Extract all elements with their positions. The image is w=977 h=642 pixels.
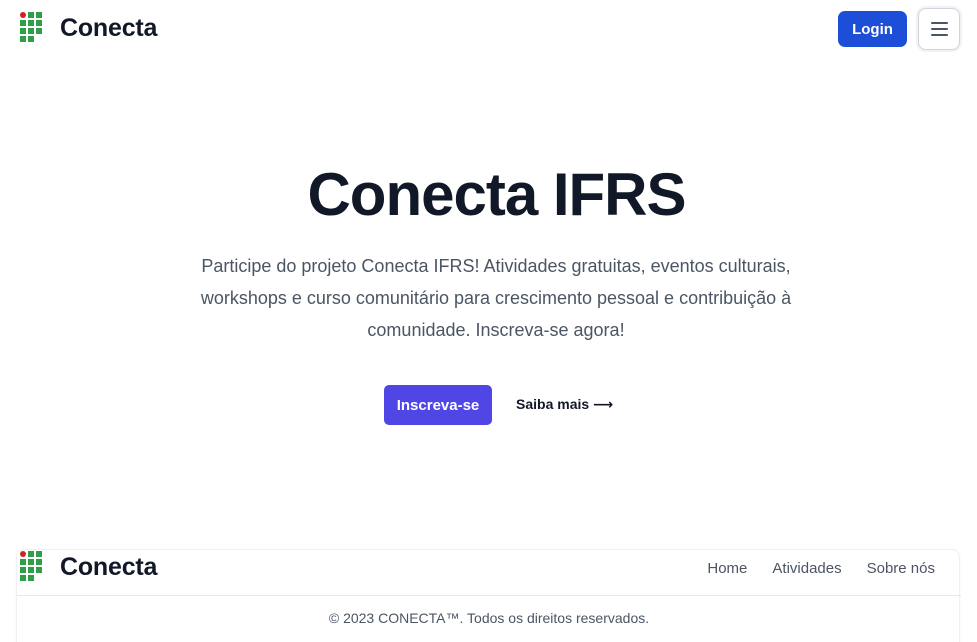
brand[interactable]: Conecta [20, 12, 157, 44]
footer-link-home[interactable]: Home [707, 560, 747, 577]
footer-link-sobre-nos[interactable]: Sobre nós [867, 560, 935, 577]
ifrs-logo-icon [20, 12, 44, 44]
footer-link-atividades[interactable]: Atividades [772, 560, 841, 577]
ifrs-logo-icon [20, 551, 44, 583]
signup-button[interactable]: Inscreva-se [384, 385, 492, 425]
footer-brand[interactable]: Conecta [20, 551, 157, 583]
footer: Conecta Home Atividades Sobre nós © 2023… [16, 549, 961, 642]
copyright-text: © 2023 CONECTA™. Todos os direitos reser… [328, 610, 650, 626]
hero-description: Participe do projeto Conecta IFRS! Ativi… [200, 256, 792, 340]
footer-brand-name: Conecta [60, 552, 158, 581]
login-button[interactable]: Login [838, 11, 907, 47]
top-navbar: Conecta Login [0, 0, 977, 60]
footer-divider [17, 595, 961, 596]
footer-nav: Home Atividades Sobre nós [682, 560, 935, 577]
hamburger-menu-icon[interactable] [918, 8, 960, 50]
brand-name: Conecta [60, 13, 158, 42]
learn-more-link[interactable]: Saiba mais ⟶ [516, 396, 613, 413]
hero-title: Conecta IFRS [307, 161, 686, 228]
